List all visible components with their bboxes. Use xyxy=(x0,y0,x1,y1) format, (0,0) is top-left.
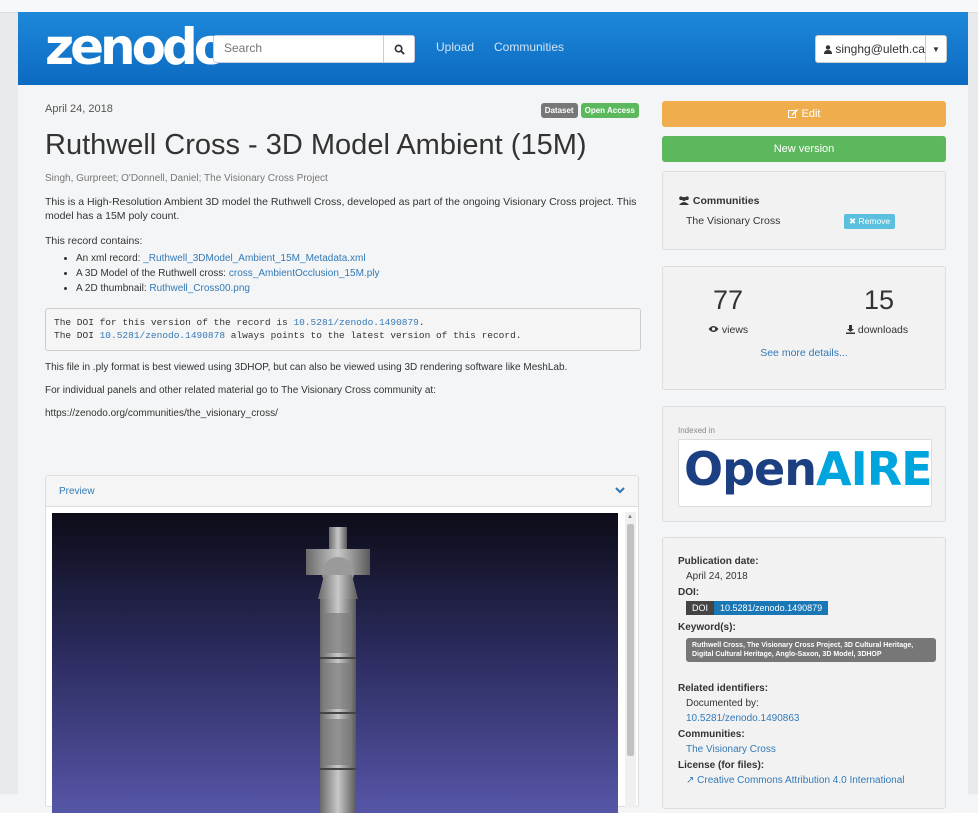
user-email: singhg@uleth.ca xyxy=(835,42,925,56)
keywords-badge: Ruthwell Cross, The Visionary Cross Proj… xyxy=(686,638,936,662)
zenodo-logo[interactable]: zenodo xyxy=(45,18,228,76)
resource-type-badge[interactable]: Dataset xyxy=(540,103,578,118)
communities-heading: Communities xyxy=(678,195,759,207)
record-title: Ruthwell Cross - 3D Model Ambient (15M) xyxy=(45,129,587,161)
viewing-note: This file in .ply format is best viewed … xyxy=(45,362,568,373)
close-icon: ✖ xyxy=(849,216,857,226)
license-label: License (for files): xyxy=(678,760,765,771)
external-link-icon: ↗ xyxy=(686,775,695,786)
communities-label: Communities: xyxy=(678,729,745,740)
doi-code-block: The DOI for this version of the record i… xyxy=(45,308,641,351)
doi-label: DOI: xyxy=(678,587,700,598)
user-icon xyxy=(824,45,832,54)
file-list: An xml record: _Ruthwell_3DModel_Ambient… xyxy=(45,251,379,296)
list-item: A 2D thumbnail: Ruthwell_Cross00.png xyxy=(76,281,379,296)
documented-by-label: Documented by: xyxy=(686,698,759,709)
preview-scrollbar[interactable]: ▲ xyxy=(625,512,636,808)
views-label: views xyxy=(708,324,748,336)
navbar: zenodo Upload Communities singhg@uleth.c… xyxy=(18,12,968,85)
record-authors: Singh, Gurpreet; O'Donnell, Daniel; The … xyxy=(45,173,328,184)
preview-panel: Preview ▲ xyxy=(45,475,639,813)
indexed-in-label: Indexed in xyxy=(678,426,715,435)
version-doi-link[interactable]: 10.5281/zenodo.1490879 xyxy=(293,317,418,328)
communities-panel: Communities The Visionary Cross ✖ Remove xyxy=(662,171,946,250)
list-item: A 3D Model of the Ruthwell cross: cross_… xyxy=(76,266,379,281)
user-menu[interactable]: singhg@uleth.ca ▼ xyxy=(815,35,947,63)
indexed-in-panel: Indexed in OpenAIRE xyxy=(662,406,946,522)
community-url: https://zenodo.org/communities/the_visio… xyxy=(45,408,278,419)
downloads-count: 15 xyxy=(864,285,895,315)
publication-date-label: Publication date: xyxy=(678,556,759,567)
openaire-wordmark: OpenAIRE xyxy=(684,442,933,496)
community-name[interactable]: The Visionary Cross xyxy=(686,215,780,227)
related-identifiers-label: Related identifiers: xyxy=(678,683,769,694)
chevron-down-icon[interactable] xyxy=(614,484,626,496)
new-version-button[interactable]: New version xyxy=(662,136,946,162)
download-icon xyxy=(846,325,855,334)
nav-communities-link[interactable]: Communities xyxy=(494,40,564,54)
preview-title: Preview xyxy=(59,486,95,497)
file-link[interactable]: Ruthwell_Cross00.png xyxy=(149,283,250,294)
remove-community-button[interactable]: ✖ Remove xyxy=(844,214,896,229)
community-note: For individual panels and other related … xyxy=(45,385,436,396)
preview-header[interactable]: Preview xyxy=(46,476,638,507)
views-count: 77 xyxy=(713,285,744,315)
community-link[interactable]: The Visionary Cross xyxy=(686,744,776,755)
stats-panel: 77 15 views downloads See more details..… xyxy=(662,266,946,390)
chevron-down-icon[interactable]: ▼ xyxy=(925,36,946,62)
user-menu-label: singhg@uleth.ca xyxy=(824,42,925,56)
backdrop-left xyxy=(0,0,18,794)
record-description: This is a High-Resolution Ambient 3D mod… xyxy=(45,196,637,222)
publication-date-value: April 24, 2018 xyxy=(686,571,748,582)
ruthwell-cross-model xyxy=(306,527,370,813)
search-box xyxy=(213,35,415,63)
search-icon xyxy=(394,44,405,55)
record-date: April 24, 2018 xyxy=(45,103,113,115)
access-badge[interactable]: Open Access xyxy=(580,103,639,118)
license-link[interactable]: ↗ Creative Commons Attribution 4.0 Inter… xyxy=(686,775,905,786)
contains-label: This record contains: xyxy=(45,235,143,247)
file-link[interactable]: cross_AmbientOcclusion_15M.ply xyxy=(229,268,380,279)
record-badges: Dataset Open Access xyxy=(540,103,639,118)
search-button[interactable] xyxy=(383,36,414,62)
doi-badge[interactable]: DOI 10.5281/zenodo.1490879 xyxy=(686,601,829,615)
eye-icon xyxy=(708,326,719,332)
file-link[interactable]: _Ruthwell_3DModel_Ambient_15M_Metadata.x… xyxy=(143,253,365,264)
edit-icon xyxy=(787,109,798,118)
3d-model-viewer[interactable] xyxy=(52,513,618,813)
see-more-details-link[interactable]: See more details... xyxy=(663,347,945,359)
scrollbar-thumb[interactable] xyxy=(627,524,634,756)
nav-upload-link[interactable]: Upload xyxy=(436,40,474,54)
search-input[interactable] xyxy=(214,36,394,60)
backdrop-right xyxy=(968,0,978,794)
doi-line-version: The DOI for this version of the record i… xyxy=(54,317,425,328)
metadata-panel: Publication date: April 24, 2018 DOI: DO… xyxy=(662,537,946,809)
list-item: An xml record: _Ruthwell_3DModel_Ambient… xyxy=(76,251,379,266)
downloads-label: downloads xyxy=(846,324,908,336)
concept-doi-link[interactable]: 10.5281/zenodo.1490878 xyxy=(100,330,225,341)
keywords-label: Keyword(s): xyxy=(678,622,736,633)
openaire-logo[interactable]: OpenAIRE xyxy=(678,439,933,507)
users-icon xyxy=(679,196,689,205)
related-doi-link[interactable]: 10.5281/zenodo.1490863 xyxy=(686,713,799,724)
edit-button[interactable]: Edit xyxy=(662,101,946,127)
scroll-up-icon[interactable]: ▲ xyxy=(627,514,633,520)
doi-line-concept: The DOI 10.5281/zenodo.1490878 always po… xyxy=(54,330,522,341)
